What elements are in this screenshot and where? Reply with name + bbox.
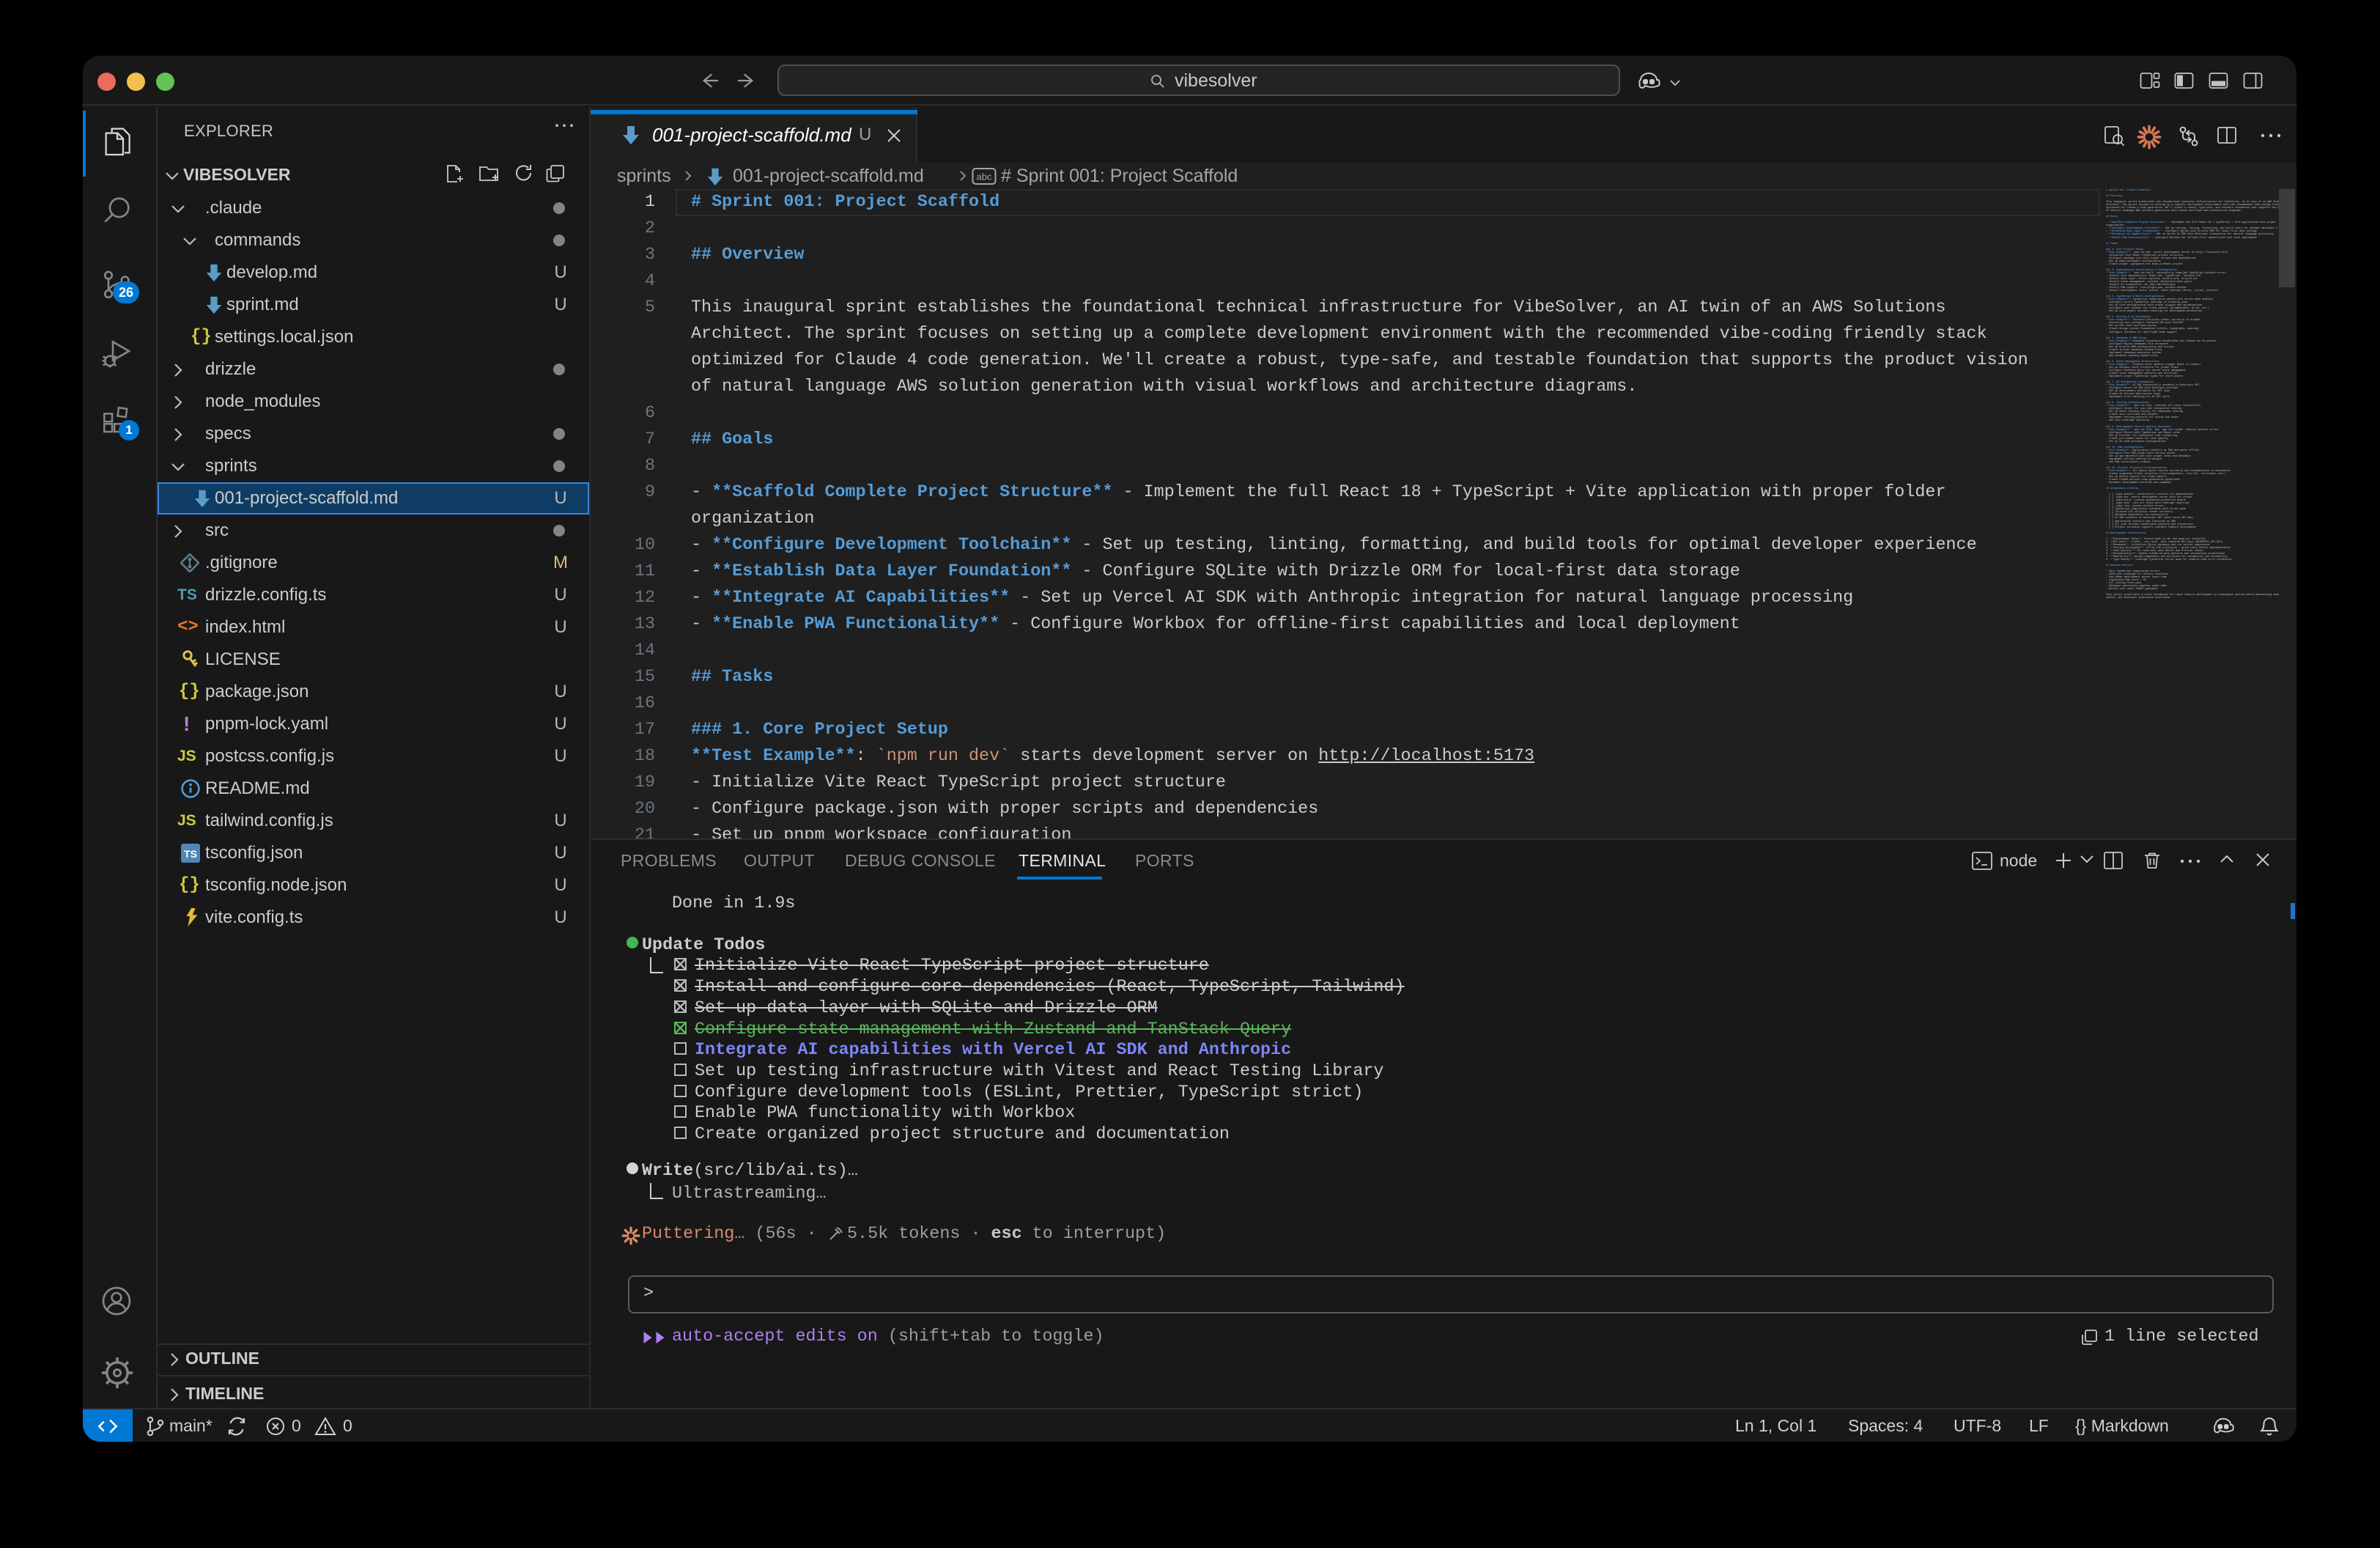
- svg-text:abc: abc: [977, 172, 992, 183]
- svg-text:TS: TS: [184, 848, 197, 860]
